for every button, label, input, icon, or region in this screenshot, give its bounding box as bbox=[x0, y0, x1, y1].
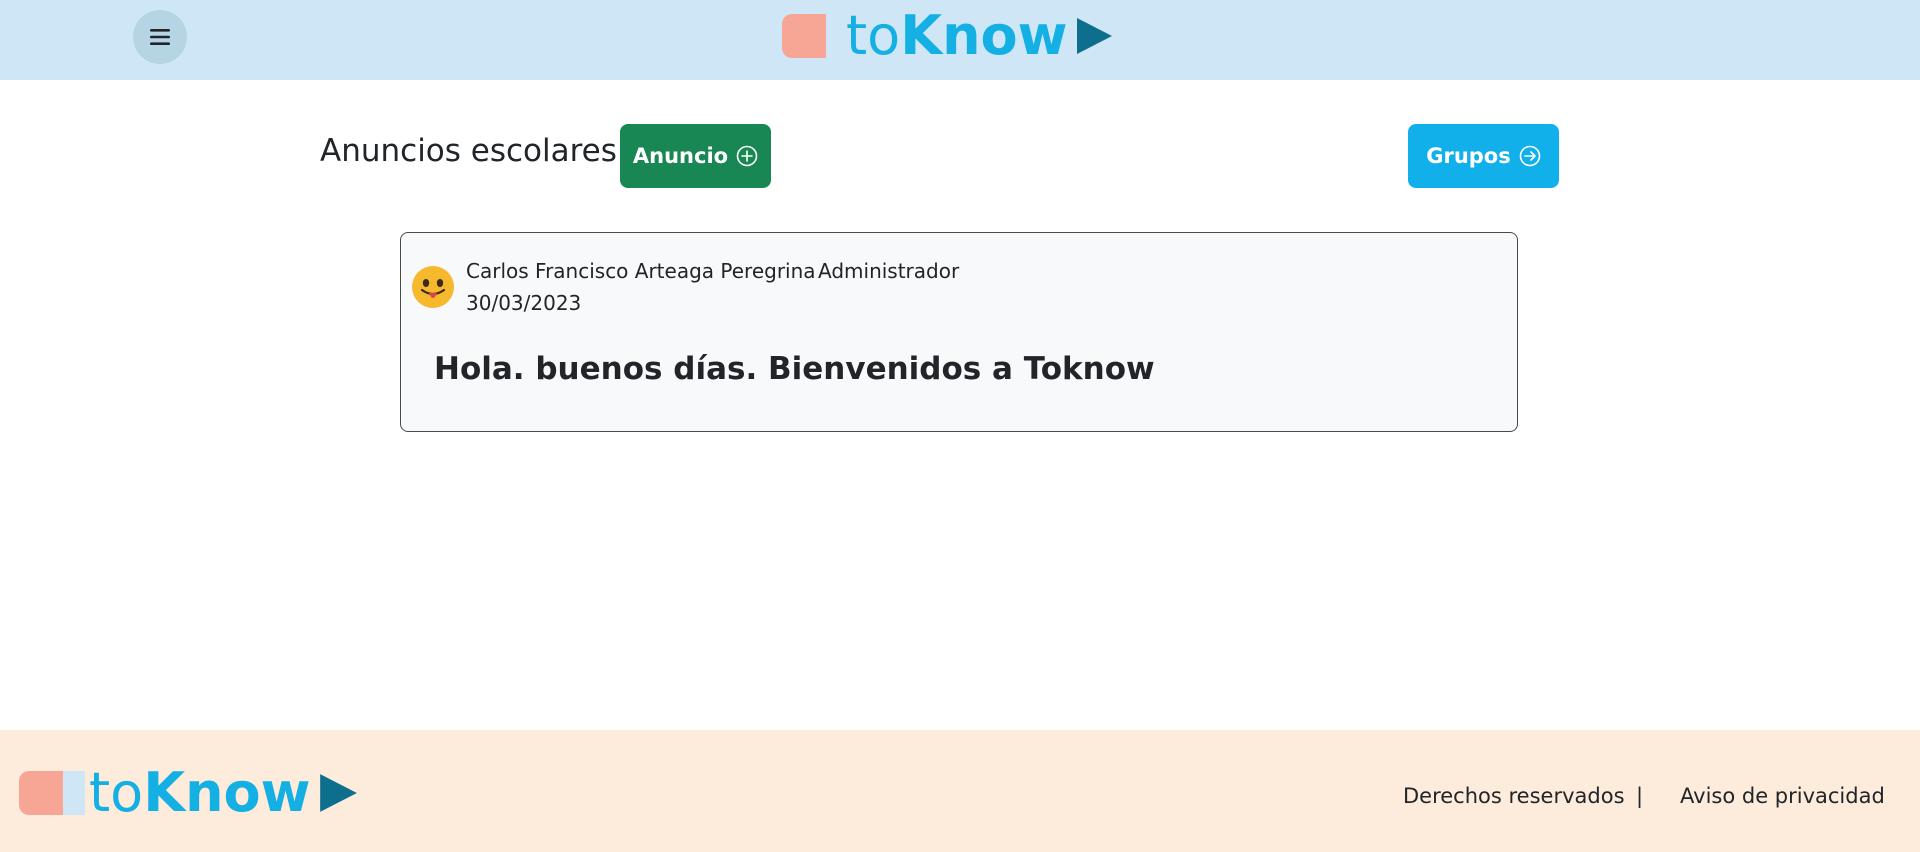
arrow-right-circle-icon bbox=[1519, 145, 1541, 167]
page-title: Anuncios escolares bbox=[320, 133, 617, 169]
announcement-role: Administrador bbox=[818, 259, 960, 283]
announcement-card: Carlos Francisco Arteaga Peregrina Admin… bbox=[400, 232, 1518, 432]
logo-block-lightblue bbox=[826, 14, 842, 58]
menu-button[interactable] bbox=[133, 10, 187, 64]
logo-text-light: to bbox=[846, 4, 901, 67]
rights-link[interactable]: Derechos reservados bbox=[1403, 784, 1625, 808]
tongue-out-emoji-icon bbox=[412, 266, 454, 308]
announcement-author: Carlos Francisco Arteaga Peregrina bbox=[466, 259, 816, 283]
footer-separator: | bbox=[1636, 784, 1644, 808]
top-navbar: toKnow bbox=[0, 0, 1920, 80]
logo-text-bold: Know bbox=[143, 761, 311, 824]
play-arrow-icon bbox=[319, 774, 357, 812]
logo-text-bold: Know bbox=[900, 4, 1068, 67]
hamburger-menu-icon bbox=[150, 29, 170, 45]
privacy-link[interactable]: Aviso de privacidad bbox=[1680, 784, 1885, 808]
announcement-message: Hola. buenos días. Bienvenidos a Toknow bbox=[434, 351, 1155, 387]
announcement-date: 30/03/2023 bbox=[466, 291, 582, 315]
logo-block-pink bbox=[19, 771, 63, 815]
groups-label: Grupos bbox=[1426, 144, 1511, 168]
plus-circle-icon bbox=[736, 145, 758, 167]
logo-wordmark: toKnow bbox=[89, 766, 311, 820]
logo-block-lightblue bbox=[63, 771, 85, 815]
groups-button[interactable]: Grupos bbox=[1408, 124, 1559, 188]
header-logo[interactable]: toKnow bbox=[782, 9, 1114, 63]
logo-text-light: to bbox=[89, 761, 144, 824]
logo-block-pink bbox=[782, 14, 826, 58]
new-announcement-button[interactable]: Anuncio bbox=[620, 124, 771, 188]
logo-wordmark: toKnow bbox=[846, 9, 1068, 63]
new-announcement-label: Anuncio bbox=[632, 144, 729, 168]
footer-logo[interactable]: toKnow bbox=[19, 766, 359, 820]
play-arrow-icon bbox=[1076, 18, 1112, 54]
